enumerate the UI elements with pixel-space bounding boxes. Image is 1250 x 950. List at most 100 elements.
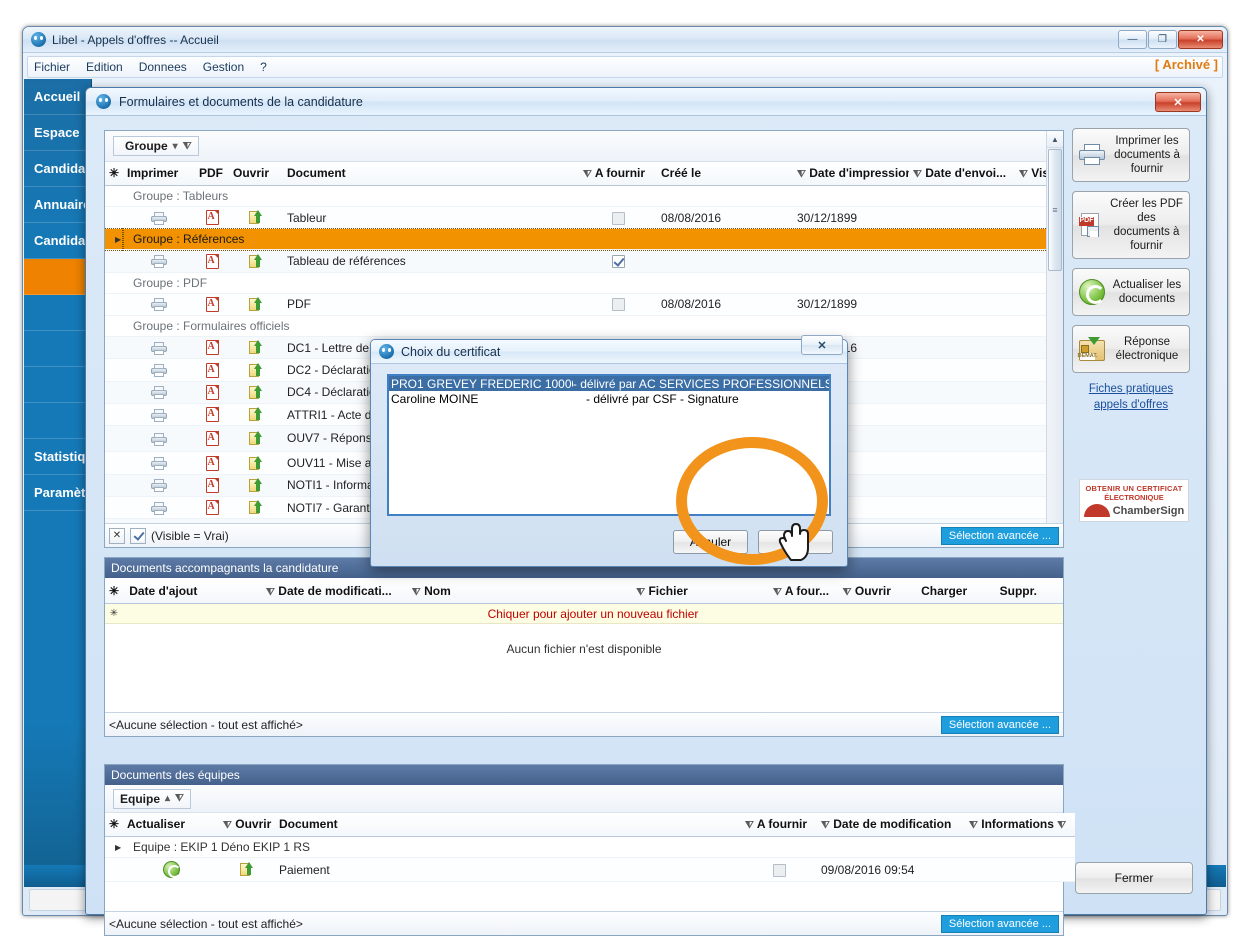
electronic-response-button[interactable]: DÉMAT. Réponse électronique bbox=[1072, 325, 1190, 374]
scroll-up-arrow-icon[interactable]: ▲ bbox=[1047, 131, 1063, 148]
minimize-button[interactable]: — bbox=[1118, 30, 1147, 49]
pdf-icon[interactable] bbox=[205, 431, 219, 447]
col-supprimer[interactable]: Suppr. bbox=[995, 580, 1063, 604]
col-ouvrir[interactable]: ⧨ Ouvrir bbox=[838, 580, 918, 604]
advanced-selection-button-team[interactable]: Sélection avancée ... bbox=[940, 914, 1059, 933]
table-group-row[interactable]: Groupe : Formulaires officiels bbox=[105, 315, 1046, 337]
cell-visible[interactable] bbox=[1015, 336, 1046, 360]
scrollbar-thumb[interactable]: ≡ bbox=[1048, 149, 1062, 271]
menu-gestion[interactable]: Gestion bbox=[203, 60, 244, 74]
cell-open[interactable] bbox=[229, 249, 283, 273]
nav-item-espace[interactable]: Espace bbox=[24, 115, 91, 151]
pdf-icon[interactable] bbox=[205, 455, 219, 471]
cell-print[interactable] bbox=[123, 381, 195, 404]
attached-new-file-row[interactable]: ✳ Chiquer pour ajouter un nouveau fichie… bbox=[105, 604, 1063, 624]
col-document[interactable]: Document bbox=[283, 162, 579, 186]
open-icon[interactable] bbox=[249, 210, 263, 225]
menu-help[interactable]: ? bbox=[260, 60, 267, 74]
practical-sheets-link[interactable]: Fiches pratiques appels d'offres bbox=[1072, 382, 1190, 413]
chevron-down-icon[interactable]: ▾ bbox=[173, 141, 178, 152]
print-icon[interactable] bbox=[151, 364, 167, 378]
cell-visible[interactable] bbox=[1015, 293, 1046, 316]
nav-item-selected[interactable] bbox=[24, 259, 91, 295]
cell-visible[interactable] bbox=[1015, 403, 1046, 427]
close-button[interactable]: ✕ bbox=[1178, 30, 1223, 49]
print-icon[interactable] bbox=[151, 386, 167, 400]
advanced-selection-button-attached[interactable]: Sélection avancée ... bbox=[940, 715, 1059, 734]
print-icon[interactable] bbox=[151, 432, 167, 446]
menu-edition[interactable]: Edition bbox=[86, 60, 123, 74]
menu-fichier[interactable]: Fichier bbox=[34, 60, 70, 74]
certificate-list-item[interactable]: Caroline MOINE - délivré par CSF - Signa… bbox=[389, 391, 829, 406]
certificate-list-item[interactable]: PRO1 GREVEY FREDERIC 100003 - délivré pa… bbox=[389, 376, 829, 391]
cell-pdf[interactable] bbox=[195, 206, 229, 230]
cell-pdf[interactable] bbox=[195, 451, 229, 475]
print-documents-button[interactable]: Imprimer les documents à fournir bbox=[1072, 128, 1190, 183]
cell-open[interactable] bbox=[229, 451, 283, 475]
pdf-icon[interactable] bbox=[205, 500, 219, 516]
cell-visible[interactable] bbox=[1015, 496, 1046, 520]
col-date-modification[interactable]: ⧨ Date de modificati... bbox=[262, 580, 408, 604]
cell-visible[interactable] bbox=[1015, 206, 1046, 230]
menu-donnees[interactable]: Donnees bbox=[139, 60, 187, 74]
certificate-dialog-close-button[interactable]: ✕ bbox=[801, 335, 843, 355]
col-fichier[interactable]: ⧨ Fichier bbox=[632, 580, 770, 604]
nav-item-statistiques[interactable]: Statistiques bbox=[24, 439, 91, 475]
cell-pdf[interactable] bbox=[195, 249, 229, 273]
cell-a-fournir[interactable] bbox=[579, 293, 657, 316]
create-pdf-button[interactable]: PDF Créer les PDF des documents à fourni… bbox=[1072, 191, 1190, 260]
nav-item-accueil[interactable]: Accueil bbox=[24, 79, 91, 115]
print-icon[interactable] bbox=[151, 457, 167, 471]
cell-visible[interactable] bbox=[1015, 451, 1046, 475]
table-group-row[interactable]: Groupe : Tableurs bbox=[105, 185, 1046, 207]
pdf-icon[interactable] bbox=[205, 253, 219, 269]
pdf-icon[interactable] bbox=[205, 296, 219, 312]
cell-open[interactable] bbox=[229, 474, 283, 497]
checkbox-unchecked[interactable] bbox=[611, 211, 625, 225]
print-icon[interactable] bbox=[151, 501, 167, 515]
col-charger[interactable]: Charger bbox=[917, 580, 996, 604]
cell-open[interactable] bbox=[229, 403, 283, 427]
cell-a-fournir[interactable] bbox=[741, 857, 817, 882]
chevron-up-icon[interactable]: ▴ bbox=[165, 793, 170, 804]
open-icon[interactable] bbox=[249, 455, 263, 471]
table-group-row[interactable]: ▶ Groupe : Références bbox=[105, 227, 1046, 251]
nav-item-candidature-2[interactable]: Candidature bbox=[24, 223, 91, 259]
grid-vertical-scrollbar[interactable]: ▲ ≡ ▼ bbox=[1046, 131, 1063, 547]
group-by-chip[interactable]: Groupe ▾ ⧨ bbox=[113, 136, 199, 156]
pdf-icon[interactable] bbox=[205, 210, 219, 226]
nav-item-parametres[interactable]: Paramètres bbox=[24, 475, 91, 511]
cell-visible[interactable] bbox=[1015, 425, 1046, 453]
cell-print[interactable] bbox=[123, 249, 195, 273]
filter-icon[interactable]: ⧨ bbox=[175, 793, 184, 804]
cell-pdf[interactable] bbox=[195, 336, 229, 360]
cell-pdf[interactable] bbox=[195, 425, 229, 453]
pdf-icon[interactable] bbox=[205, 362, 219, 378]
table-row[interactable]: PDF 08/08/201630/12/1899 bbox=[105, 293, 1046, 316]
cell-print[interactable] bbox=[123, 451, 195, 475]
nav-item-annuaire[interactable]: Annuaire bbox=[24, 187, 91, 223]
cell-open[interactable] bbox=[229, 336, 283, 360]
cell-print[interactable] bbox=[123, 293, 195, 316]
pdf-icon[interactable] bbox=[205, 477, 219, 493]
col-pdf[interactable]: PDF bbox=[195, 162, 229, 186]
nav-item-candidature[interactable]: Candidature bbox=[24, 151, 91, 187]
filter-icon[interactable]: ⧨ bbox=[183, 141, 192, 152]
cell-visible[interactable] bbox=[1015, 249, 1046, 273]
cell-open[interactable] bbox=[229, 358, 283, 382]
col-ouvrir[interactable]: Ouvrir bbox=[229, 162, 283, 186]
col-imprimer[interactable]: Imprimer bbox=[123, 162, 195, 186]
chambersign-banner[interactable]: OBTENIR UN CERTIFICAT ÉLECTRONIQUE Chamb… bbox=[1079, 479, 1189, 523]
print-icon[interactable] bbox=[151, 408, 167, 422]
cell-pdf[interactable] bbox=[195, 496, 229, 520]
cell-open[interactable] bbox=[229, 381, 283, 404]
cell-pdf[interactable] bbox=[195, 403, 229, 427]
open-icon[interactable] bbox=[249, 477, 263, 493]
pdf-icon[interactable] bbox=[205, 340, 219, 356]
cell-visible[interactable] bbox=[1015, 381, 1046, 404]
advanced-selection-button-grid[interactable]: Sélection avancée ... bbox=[940, 526, 1059, 545]
col-visible[interactable]: ⧨ Visible ⧨ bbox=[1015, 162, 1046, 186]
col-a-fournir[interactable]: ⧨ A fournir bbox=[579, 162, 657, 186]
cell-print[interactable] bbox=[123, 403, 195, 427]
col-date-modification[interactable]: ⧨ Date de modification bbox=[817, 813, 965, 837]
